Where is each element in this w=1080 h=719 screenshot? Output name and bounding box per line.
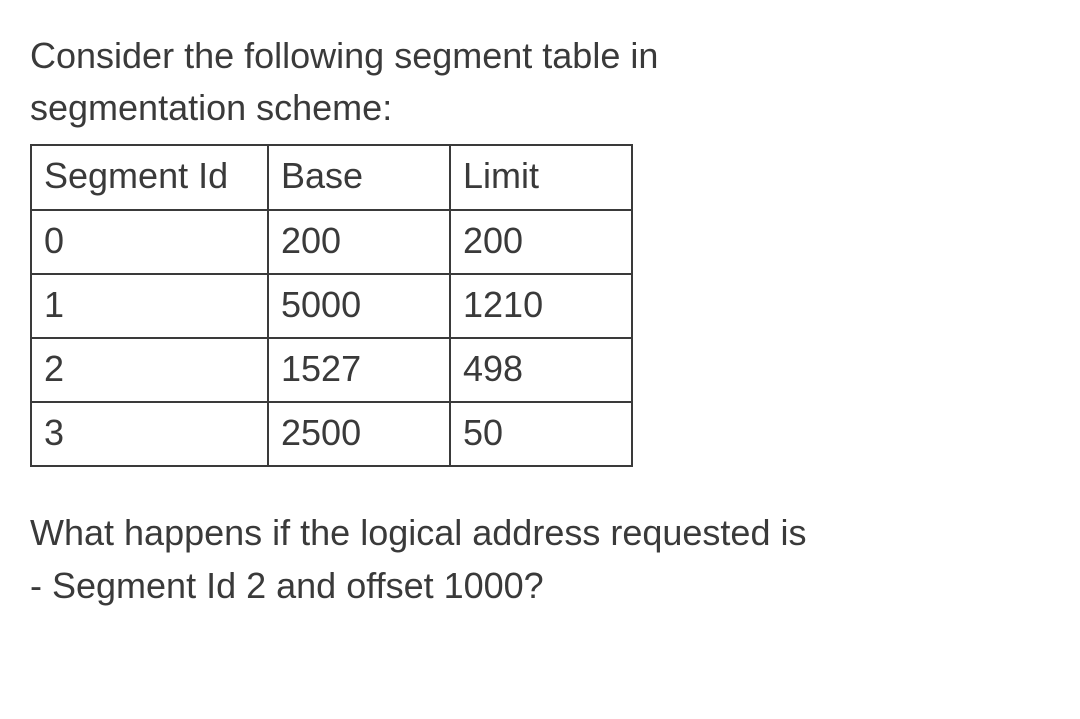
table-row: 2 1527 498: [31, 338, 632, 402]
table-header-row: Segment Id Base Limit: [31, 145, 632, 209]
cell-limit: 50: [450, 402, 632, 466]
intro-line2: segmentation scheme:: [30, 87, 392, 128]
intro-text: Consider the following segment table in …: [30, 30, 1050, 134]
cell-limit: 200: [450, 210, 632, 274]
table-row: 1 5000 1210: [31, 274, 632, 338]
table-row: 3 2500 50: [31, 402, 632, 466]
header-limit: Limit: [450, 145, 632, 209]
cell-base: 5000: [268, 274, 450, 338]
cell-segment-id: 2: [31, 338, 268, 402]
intro-line1: Consider the following segment table in: [30, 35, 658, 76]
cell-base: 2500: [268, 402, 450, 466]
cell-segment-id: 1: [31, 274, 268, 338]
table-row: 0 200 200: [31, 210, 632, 274]
cell-segment-id: 0: [31, 210, 268, 274]
cell-base: 1527: [268, 338, 450, 402]
segment-table: Segment Id Base Limit 0 200 200 1 5000 1…: [30, 144, 633, 467]
cell-limit: 498: [450, 338, 632, 402]
header-base: Base: [268, 145, 450, 209]
question-line1: What happens if the logical address requ…: [30, 512, 806, 553]
question-text: What happens if the logical address requ…: [30, 507, 1050, 611]
cell-base: 200: [268, 210, 450, 274]
cell-limit: 1210: [450, 274, 632, 338]
header-segment-id: Segment Id: [31, 145, 268, 209]
question-line2: - Segment Id 2 and offset 1000?: [30, 565, 544, 606]
cell-segment-id: 3: [31, 402, 268, 466]
